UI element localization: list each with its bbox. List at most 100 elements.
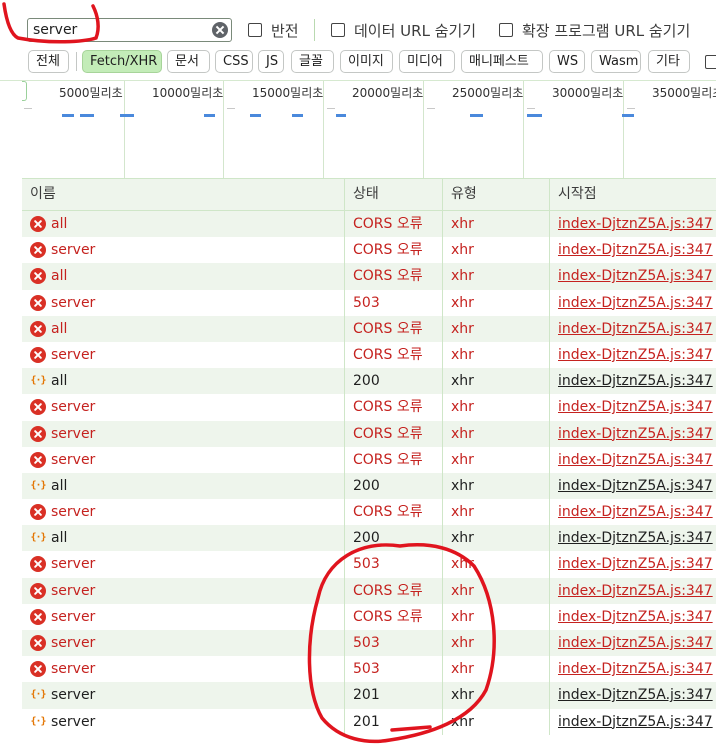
hide-data-urls-checkbox[interactable] — [331, 23, 345, 37]
cell-initiator-text[interactable]: index-DjtznZ5A.js:347 — [558, 687, 713, 703]
table-row[interactable]: all CORS 오류 xhr index-DjtznZ5A.js:347 — [22, 315, 716, 342]
cell-initiator[interactable]: index-DjtznZ5A.js:347 — [549, 263, 716, 290]
table-row[interactable]: server 503 xhr index-DjtznZ5A.js:347 — [22, 630, 716, 657]
clear-filter-icon[interactable] — [212, 22, 228, 38]
filter-chip-2[interactable]: 문서 — [167, 50, 210, 73]
filter-chip-6[interactable]: 이미지 — [340, 50, 393, 73]
filter-chip-0[interactable]: 전체 — [28, 50, 69, 73]
table-row[interactable]: server CORS 오류 xhr index-DjtznZ5A.js:347 — [22, 499, 716, 526]
cell-initiator-text[interactable]: index-DjtznZ5A.js:347 — [558, 452, 713, 468]
table-body: all CORS 오류 xhr index-DjtznZ5A.js:347 server… — [22, 211, 716, 735]
table-row[interactable]: all CORS 오류 xhr index-DjtznZ5A.js:347 — [22, 263, 716, 290]
cell-initiator[interactable]: index-DjtznZ5A.js:347 — [549, 708, 716, 735]
hide-extension-urls-group[interactable]: 확장 프로그램 URL 숨기기 — [499, 20, 690, 40]
cell-type-text: xhr — [451, 556, 474, 573]
cell-initiator-text[interactable]: index-DjtznZ5A.js:347 — [558, 426, 713, 442]
filter-chip-1[interactable]: Fetch/XHR — [82, 50, 162, 73]
cell-initiator[interactable]: index-DjtznZ5A.js:347 — [549, 394, 716, 421]
cell-initiator-text[interactable]: index-DjtznZ5A.js:347 — [558, 242, 713, 258]
column-header-type[interactable]: 유형 — [442, 179, 549, 212]
cell-initiator-text[interactable]: index-DjtznZ5A.js:347 — [558, 216, 713, 232]
cell-initiator-text[interactable]: index-DjtznZ5A.js:347 — [558, 530, 713, 546]
overview-left-handle[interactable] — [22, 81, 27, 101]
invert-checkbox-group[interactable]: 반전 — [248, 20, 299, 40]
table-row[interactable]: {·} server 201 xhr index-DjtznZ5A.js:347 — [22, 682, 716, 709]
cell-name: server — [22, 656, 344, 682]
network-overview-timeline[interactable]: 5000밀리초 10000밀리초 15000밀리초 20000밀리초 25000밀리초 3… — [0, 80, 716, 179]
cell-initiator[interactable]: index-DjtznZ5A.js:347 — [549, 368, 716, 395]
filter-input-value[interactable]: server — [33, 22, 77, 38]
cell-initiator-text[interactable]: index-DjtznZ5A.js:347 — [558, 268, 713, 284]
cell-initiator-text[interactable]: index-DjtznZ5A.js:347 — [558, 609, 713, 625]
cell-name-text: all — [51, 373, 68, 390]
cell-type-text: xhr — [451, 477, 474, 494]
cell-initiator[interactable]: index-DjtznZ5A.js:347 — [549, 525, 716, 552]
column-header-initiator[interactable]: 시작점 — [549, 179, 716, 212]
table-row[interactable]: server CORS 오류 xhr index-DjtznZ5A.js:347 — [22, 446, 716, 473]
cell-initiator[interactable]: index-DjtznZ5A.js:347 — [549, 446, 716, 473]
cell-initiator[interactable]: index-DjtznZ5A.js:347 — [549, 630, 716, 657]
cell-initiator[interactable]: index-DjtznZ5A.js:347 — [549, 289, 716, 316]
more-filters-checkbox[interactable] — [705, 55, 716, 69]
cell-initiator-text[interactable]: index-DjtznZ5A.js:347 — [558, 661, 713, 677]
hide-data-urls-group[interactable]: 데이터 URL 숨기기 — [331, 20, 476, 40]
overview-tick — [227, 108, 235, 109]
filter-chip-10[interactable]: Wasm — [591, 50, 641, 73]
cell-initiator-text[interactable]: index-DjtznZ5A.js:347 — [558, 504, 713, 520]
table-row[interactable]: server CORS 오류 xhr index-DjtznZ5A.js:347 — [22, 420, 716, 447]
cell-initiator[interactable]: index-DjtznZ5A.js:347 — [549, 472, 716, 500]
filter-chip-8[interactable]: 매니페스트 — [461, 50, 543, 73]
table-row[interactable]: {·} all 200 xhr index-DjtznZ5A.js:347 — [22, 525, 716, 552]
cell-initiator[interactable]: index-DjtznZ5A.js:347 — [549, 577, 716, 604]
table-row[interactable]: {·} all 200 xhr index-DjtznZ5A.js:347 — [22, 368, 716, 395]
cell-type-text: xhr — [451, 373, 474, 390]
column-header-name[interactable]: 이름 — [22, 179, 344, 212]
invert-checkbox[interactable] — [248, 23, 262, 37]
cell-initiator-text[interactable]: index-DjtznZ5A.js:347 — [558, 373, 713, 389]
cell-initiator-text[interactable]: index-DjtznZ5A.js:347 — [558, 295, 713, 311]
cell-initiator-text[interactable]: index-DjtznZ5A.js:347 — [558, 321, 713, 337]
cell-initiator-text[interactable]: index-DjtznZ5A.js:347 — [558, 399, 713, 415]
cell-initiator[interactable]: index-DjtznZ5A.js:347 — [549, 682, 716, 709]
cell-initiator-text[interactable]: index-DjtznZ5A.js:347 — [558, 556, 713, 572]
filter-chip-5[interactable]: 글꼴 — [291, 50, 334, 73]
hide-extension-urls-checkbox[interactable] — [499, 23, 513, 37]
cell-initiator-text[interactable]: index-DjtznZ5A.js:347 — [558, 478, 713, 494]
filter-input[interactable]: server — [27, 18, 232, 42]
cell-initiator-text[interactable]: index-DjtznZ5A.js:347 — [558, 635, 713, 651]
filter-chip-7[interactable]: 미디어 — [399, 50, 455, 73]
table-row[interactable]: server CORS 오류 xhr index-DjtznZ5A.js:347 — [22, 577, 716, 604]
cell-initiator[interactable]: index-DjtznZ5A.js:347 — [549, 499, 716, 526]
error-icon — [30, 399, 46, 416]
cell-initiator[interactable]: index-DjtznZ5A.js:347 — [549, 211, 716, 238]
cell-initiator[interactable]: index-DjtznZ5A.js:347 — [549, 341, 716, 369]
cell-initiator-text[interactable]: index-DjtznZ5A.js:347 — [558, 347, 713, 363]
filter-chip-3[interactable]: CSS — [215, 50, 253, 73]
table-row[interactable]: server 503 xhr index-DjtznZ5A.js:347 — [22, 551, 716, 578]
filter-chip-9[interactable]: WS — [549, 50, 585, 73]
filter-chip-4[interactable]: JS — [258, 50, 284, 73]
table-row[interactable]: server 503 xhr index-DjtznZ5A.js:347 — [22, 656, 716, 683]
cell-initiator[interactable]: index-DjtznZ5A.js:347 — [549, 420, 716, 447]
cell-initiator[interactable]: index-DjtznZ5A.js:347 — [549, 315, 716, 342]
table-row[interactable]: server CORS 오류 xhr index-DjtznZ5A.js:347 — [22, 237, 716, 264]
table-row[interactable]: server 503 xhr index-DjtznZ5A.js:347 — [22, 289, 716, 316]
table-row[interactable]: all CORS 오류 xhr index-DjtznZ5A.js:347 — [22, 211, 716, 238]
cell-initiator-text[interactable]: index-DjtznZ5A.js:347 — [558, 714, 713, 730]
table-row[interactable]: {·} all 200 xhr index-DjtznZ5A.js:347 — [22, 472, 716, 500]
cell-initiator-text[interactable]: index-DjtznZ5A.js:347 — [558, 583, 713, 599]
column-header-status[interactable]: 상태 — [344, 179, 442, 212]
xhr-icon: {·} — [30, 532, 46, 544]
table-row[interactable]: server CORS 오류 xhr index-DjtznZ5A.js:347 — [22, 394, 716, 421]
table-row[interactable]: {·} server 201 xhr index-DjtznZ5A.js:347 — [22, 708, 716, 735]
table-row[interactable]: server CORS 오류 xhr index-DjtznZ5A.js:347 — [22, 341, 716, 369]
cell-name-text: all — [51, 320, 68, 337]
cell-initiator[interactable]: index-DjtznZ5A.js:347 — [549, 603, 716, 630]
filter-chip-11[interactable]: 기타 — [648, 50, 690, 73]
cell-type-text: xhr — [451, 346, 474, 363]
cell-initiator[interactable]: index-DjtznZ5A.js:347 — [549, 237, 716, 264]
cell-type: xhr — [442, 472, 549, 500]
cell-initiator[interactable]: index-DjtznZ5A.js:347 — [549, 551, 716, 578]
cell-initiator[interactable]: index-DjtznZ5A.js:347 — [549, 656, 716, 683]
table-row[interactable]: server CORS 오류 xhr index-DjtznZ5A.js:347 — [22, 603, 716, 630]
